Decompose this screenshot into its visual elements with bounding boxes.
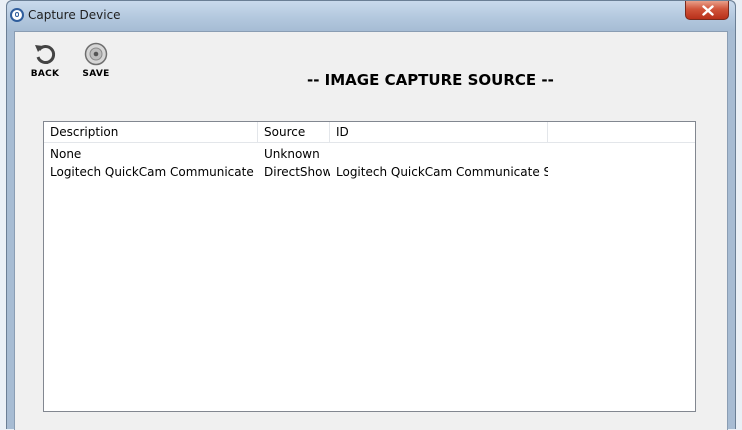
row-id: Logitech QuickCam Communicate STX xyxy=(336,165,548,179)
row-description: Logitech QuickCam Communicate STX xyxy=(50,165,258,179)
back-label: BACK xyxy=(30,69,60,79)
save-label: SAVE xyxy=(82,69,110,79)
column-header-description[interactable]: Description xyxy=(44,122,258,142)
capture-device-window: Capture Device BACK SAVE -- IMAGE CAPTUR… xyxy=(6,0,736,430)
capture-source-list[interactable]: Description Source ID None Unknown Logit… xyxy=(43,121,696,412)
save-button[interactable]: SAVE xyxy=(76,42,116,79)
list-row[interactable]: Logitech QuickCam Communicate STX Direct… xyxy=(44,163,695,181)
row-source: Unknown xyxy=(264,147,320,161)
disc-icon xyxy=(84,42,108,66)
list-row[interactable]: None Unknown xyxy=(44,145,695,163)
row-description: None xyxy=(50,147,82,161)
back-arrow-icon xyxy=(35,45,56,64)
column-header-filler xyxy=(548,122,695,142)
close-icon xyxy=(702,5,714,16)
column-header-source[interactable]: Source xyxy=(258,122,330,142)
title-bar[interactable]: Capture Device xyxy=(7,1,735,31)
dialog-body: BACK SAVE -- IMAGE CAPTURE SOURCE -- Des… xyxy=(14,31,728,430)
back-button[interactable]: BACK xyxy=(25,42,65,79)
window-title: Capture Device xyxy=(28,8,121,22)
column-header-id[interactable]: ID xyxy=(330,122,548,142)
close-button[interactable] xyxy=(685,1,729,20)
app-icon xyxy=(10,8,24,22)
list-header: Description Source ID xyxy=(44,122,695,143)
row-source: DirectShow xyxy=(264,165,330,179)
row-id xyxy=(330,145,548,163)
page-title: -- IMAGE CAPTURE SOURCE -- xyxy=(307,71,554,89)
